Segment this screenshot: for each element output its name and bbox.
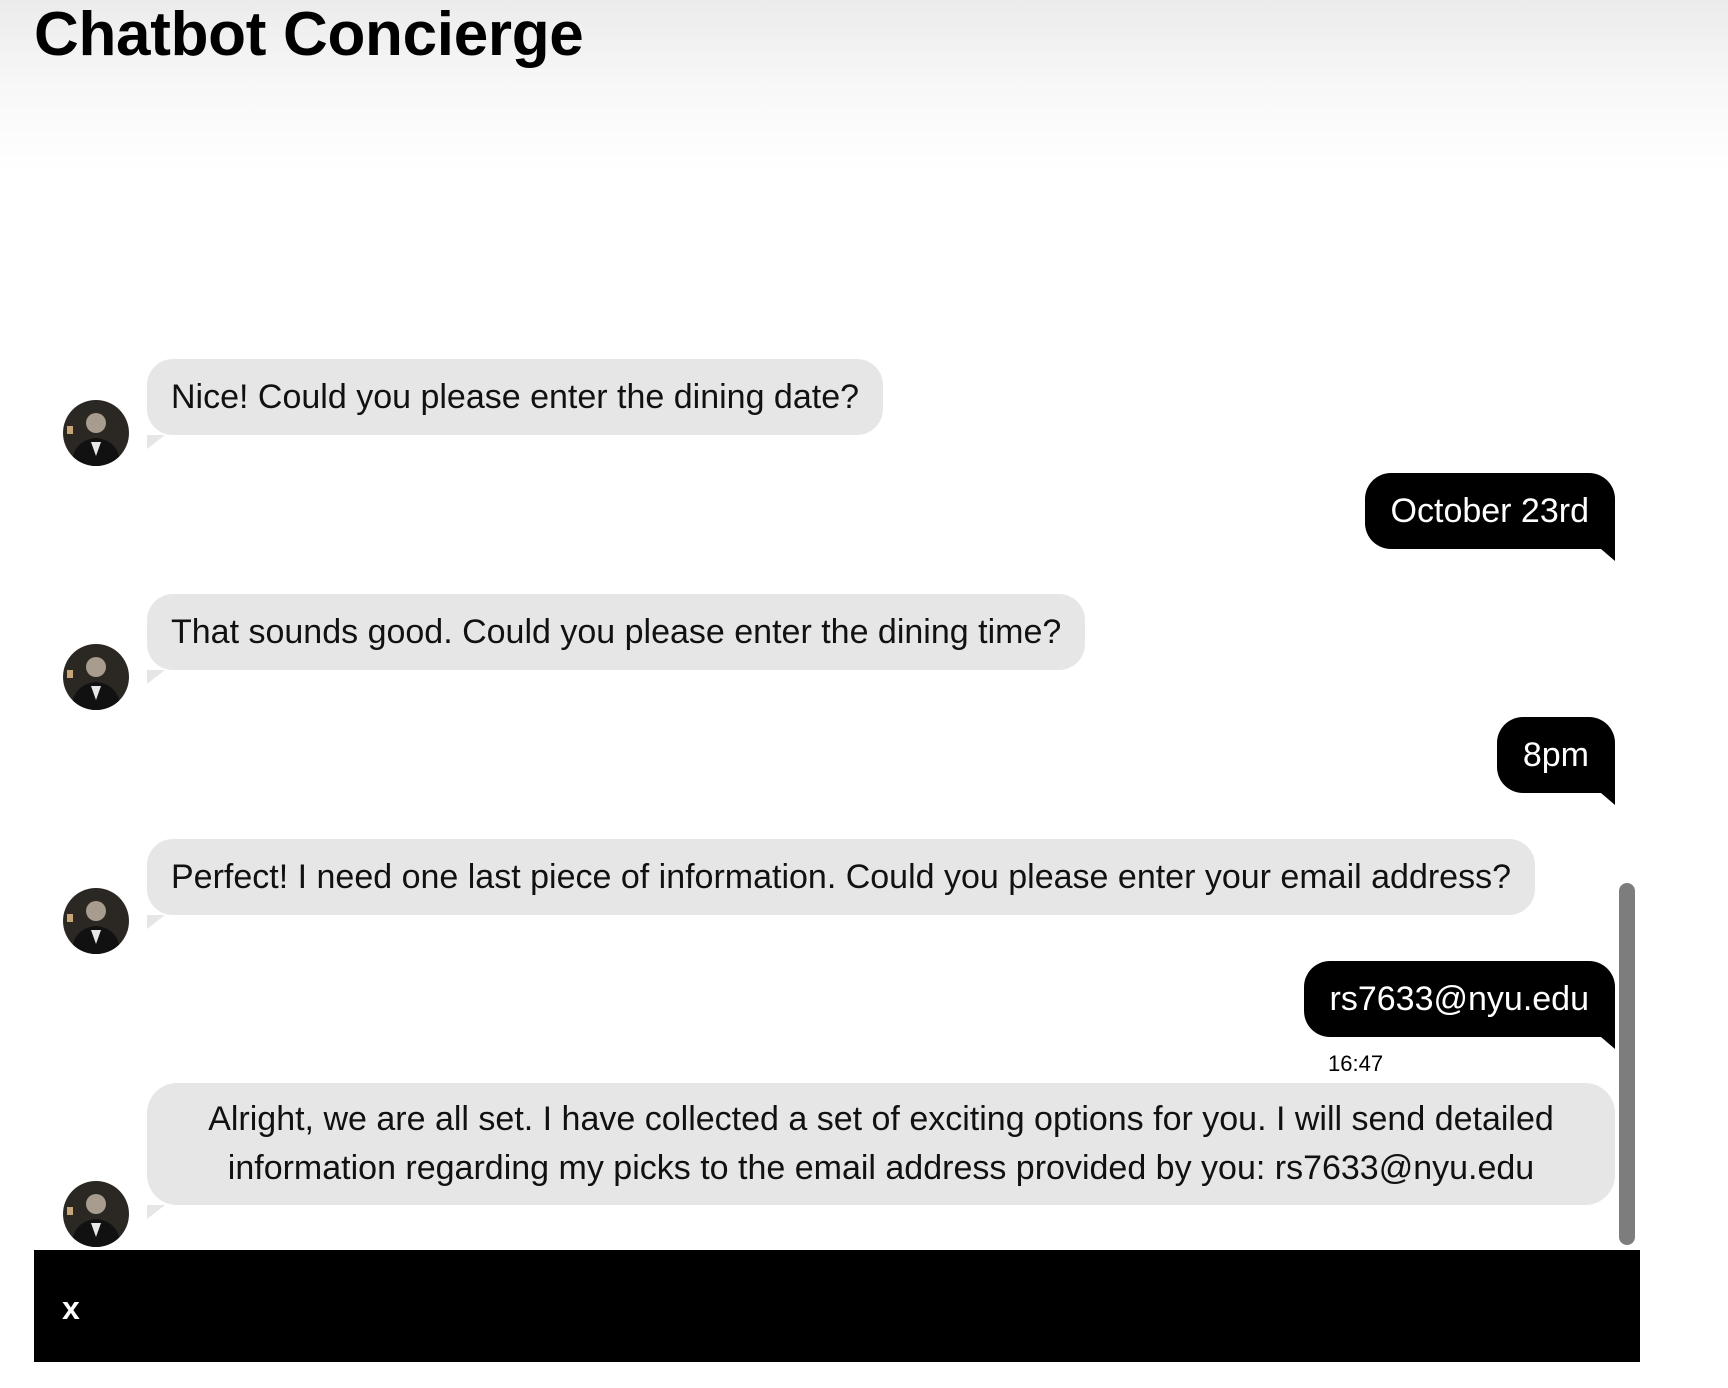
bot-avatar-icon — [63, 1181, 129, 1247]
bot-message: That sounds good. Could you please enter… — [147, 594, 1086, 684]
message-timestamp: 16:47 — [1328, 1051, 1384, 1076]
bot-avatar-icon — [63, 888, 129, 954]
user-message: 8pm — [1496, 717, 1616, 805]
page-header: Chatbot Concierge — [0, 0, 1728, 175]
bot-avatar-icon — [63, 644, 129, 710]
chat-page: Chatbot Concierge Nice! Could you please… — [0, 0, 1728, 1388]
bot-avatar-icon — [63, 400, 129, 466]
bot-message: Perfect! I need one last piece of inform… — [147, 839, 1535, 929]
chat-input-bar[interactable] — [34, 1250, 1640, 1362]
bot-message: Nice! Could you please enter the dining … — [147, 359, 884, 449]
close-icon[interactable]: x — [62, 1290, 80, 1326]
page-title: Chatbot Concierge — [34, 0, 584, 69]
bot-message: Alright, we are all set. I have collecte… — [147, 1083, 1615, 1219]
user-message: October 23rd — [1364, 473, 1616, 561]
user-message: rs7633@nyu.edu — [1303, 961, 1616, 1049]
chat-scrollbar[interactable] — [1619, 883, 1635, 1245]
